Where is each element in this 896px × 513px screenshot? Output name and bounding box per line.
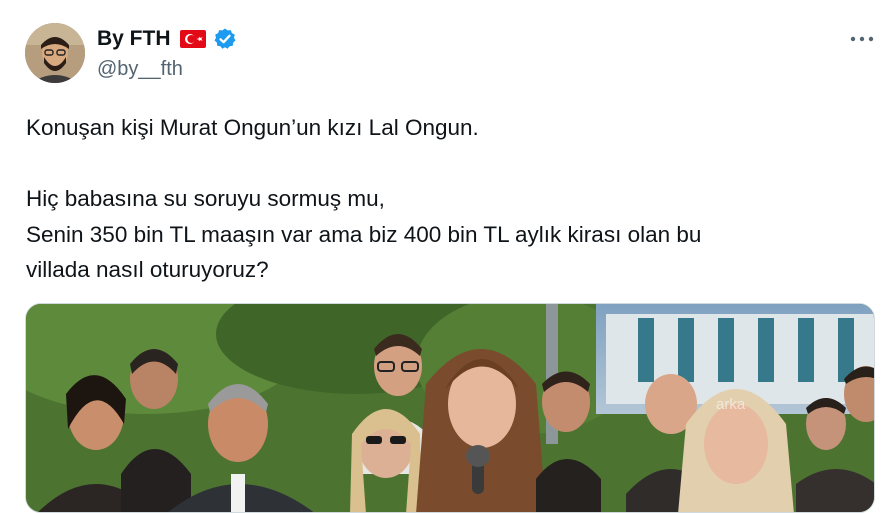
display-name[interactable]: By FTH (97, 27, 171, 51)
turkey-flag-icon (179, 30, 206, 48)
verified-badge-icon[interactable] (213, 27, 237, 51)
more-options-button[interactable] (845, 26, 879, 52)
author-name-row[interactable]: By FTH (97, 24, 237, 54)
author-handle[interactable]: @by__fth (97, 58, 183, 81)
watermark-text: arka (716, 396, 746, 413)
tweet-text: Konuşan kişi Murat Ongun’un kızı Lal Ong… (26, 115, 702, 282)
tweet-media-image[interactable]: arka (25, 303, 875, 513)
avatar[interactable] (25, 23, 85, 83)
more-dots-icon (850, 36, 874, 42)
